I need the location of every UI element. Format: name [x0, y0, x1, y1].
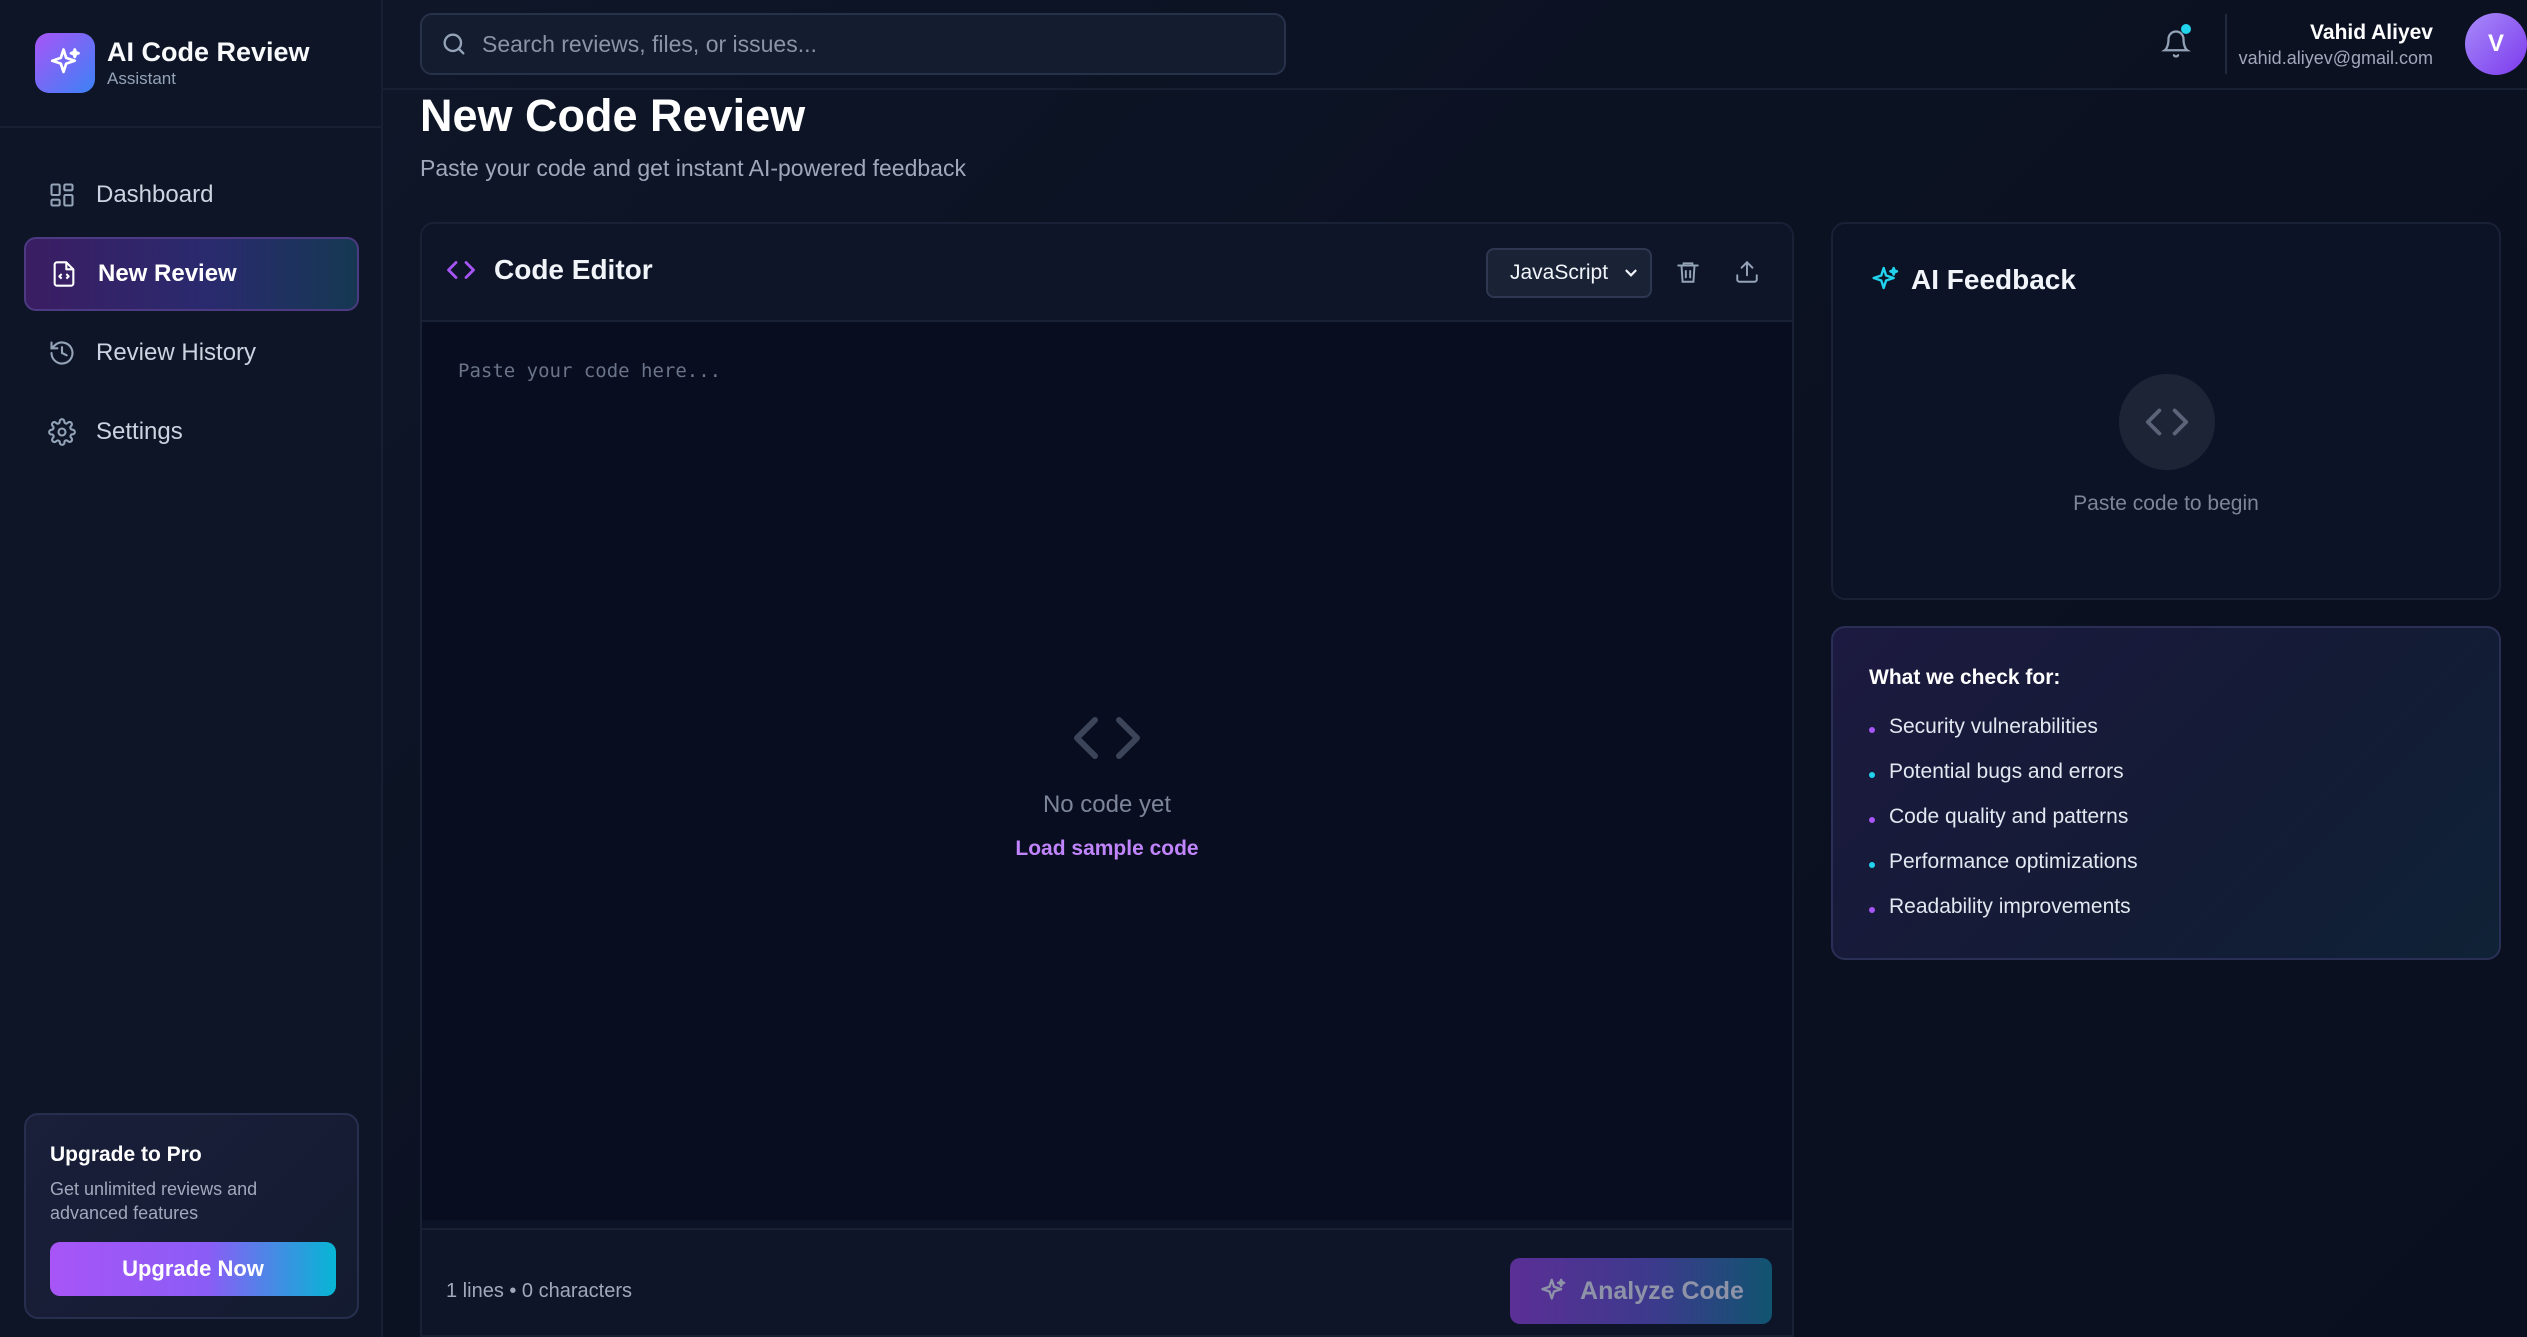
sidebar-item-label: Review History	[96, 339, 257, 366]
app-root: AI Code Review Assistant Dashboard New R…	[0, 0, 2527, 1337]
dashboard-icon	[50, 183, 74, 207]
list-item: Readability improvements	[1869, 884, 2463, 929]
code-icon	[447, 261, 475, 279]
search-bar[interactable]	[420, 13, 1286, 75]
check-label: Readability improvements	[1889, 895, 2131, 918]
feedback-title: AI Feedback	[1869, 264, 2076, 296]
user-email: vahid.aliyev@gmail.com	[2238, 48, 2433, 68]
user-info[interactable]: Vahid Aliyev vahid.aliyev@gmail.com	[2239, 20, 2433, 70]
language-select-value: JavaScript	[1510, 261, 1609, 284]
check-label: Potential bugs and errors	[1889, 760, 2124, 783]
check-label: Code quality and patterns	[1889, 805, 2129, 828]
ai-feedback-panel: AI Feedback Paste code to begin	[1831, 222, 2501, 600]
checks-title: What we check for:	[1869, 666, 2061, 689]
page-subtitle: Paste your code and get instant AI-power…	[420, 155, 966, 181]
analyze-code-label: Analyze Code	[1580, 1276, 1744, 1305]
code-placeholder: Paste your code here...	[458, 360, 722, 382]
trash-icon	[1677, 262, 1699, 283]
bullet	[1869, 771, 1875, 778]
gear-icon	[48, 418, 76, 446]
code-icon	[1074, 717, 1140, 759]
bullet	[1869, 906, 1875, 913]
editor-title: Code Editor	[446, 254, 653, 286]
file-code-icon	[53, 261, 75, 287]
feedback-title-label: AI Feedback	[1911, 264, 2076, 295]
notification-dot	[2181, 24, 2191, 34]
avatar[interactable]: V	[2465, 13, 2527, 75]
clear-code-button[interactable]	[1673, 257, 1703, 287]
upgrade-now-button[interactable]: Upgrade Now	[50, 1242, 336, 1296]
list-item: Security vulnerabilities	[1869, 704, 2463, 749]
sparkles-icon	[1872, 266, 1899, 290]
topbar-divider	[2225, 14, 2227, 74]
analyze-code-button[interactable]: Analyze Code	[1510, 1258, 1772, 1324]
sidebar-item-settings[interactable]: Settings	[24, 395, 359, 469]
load-sample-code-link[interactable]: Load sample code	[422, 837, 1792, 861]
editor-footer: 1 lines • 0 characters Analyze Code	[422, 1228, 1792, 1335]
sidebar-divider	[0, 126, 383, 128]
sidebar-item-label: Dashboard	[96, 181, 214, 208]
bullet	[1869, 861, 1875, 868]
feedback-placeholder-icon	[2119, 374, 2215, 470]
user-name: Vahid Aliyev	[2310, 21, 2433, 44]
brand-subtitle: Assistant	[107, 69, 176, 88]
notifications-button[interactable]	[2156, 24, 2196, 64]
check-label: Security vulnerabilities	[1889, 715, 2098, 738]
sidebar-item-label: New Review	[98, 260, 237, 287]
sidebar-nav: Dashboard New Review Review History Sett…	[24, 158, 359, 474]
bullet	[1869, 816, 1875, 823]
list-item: Performance optimizations	[1869, 839, 2463, 884]
code-textarea[interactable]: Paste your code here... No code yet Load…	[422, 322, 1792, 1220]
language-select[interactable]: JavaScript	[1486, 248, 1652, 298]
search-icon	[443, 33, 465, 55]
sidebar-item-new-review[interactable]: New Review	[24, 237, 359, 311]
list-item: Potential bugs and errors	[1869, 749, 2463, 794]
bullet	[1869, 726, 1875, 733]
code-icon	[2145, 408, 2189, 436]
list-item: Code quality and patterns	[1869, 794, 2463, 839]
upgrade-card: Upgrade to Pro Get unlimited reviews and…	[24, 1113, 359, 1319]
search-input[interactable]	[482, 30, 1262, 58]
sidebar: AI Code Review Assistant Dashboard New R…	[0, 0, 383, 1337]
editor-header: Code Editor JavaScript	[422, 224, 1792, 322]
sidebar-item-label: Settings	[96, 418, 183, 445]
empty-state: No code yet Load sample code	[422, 702, 1792, 861]
page-title: New Code Review	[420, 90, 806, 141]
sparkles-icon	[1541, 1278, 1566, 1300]
sparkles-icon	[35, 33, 95, 93]
check-label: Performance optimizations	[1889, 850, 2138, 873]
topbar: Vahid Aliyev vahid.aliyev@gmail.com V	[383, 0, 2527, 90]
editor-title-label: Code Editor	[494, 254, 653, 285]
sidebar-item-dashboard[interactable]: Dashboard	[24, 158, 359, 232]
checks-list: Security vulnerabilities Potential bugs …	[1869, 704, 2463, 929]
brand[interactable]: AI Code Review Assistant	[35, 33, 310, 93]
history-icon	[50, 341, 74, 365]
upload-file-button[interactable]	[1732, 257, 1762, 287]
upgrade-description: Get unlimited reviews and advanced featu…	[50, 1179, 258, 1223]
upgrade-title: Upgrade to Pro	[50, 1143, 202, 1166]
empty-state-title: No code yet	[1042, 791, 1172, 818]
brand-title: AI Code Review	[107, 37, 310, 67]
feedback-empty-text: Paste code to begin	[2073, 492, 2259, 515]
sidebar-item-review-history[interactable]: Review History	[24, 316, 359, 390]
checks-card: What we check for: Security vulnerabilit…	[1831, 626, 2501, 960]
upload-icon	[1736, 260, 1758, 283]
code-stats: 1 lines • 0 characters	[446, 1280, 632, 1302]
code-editor-panel: Code Editor JavaScript Paste your code h…	[420, 222, 1794, 1337]
chevron-down-icon	[1625, 269, 1637, 277]
